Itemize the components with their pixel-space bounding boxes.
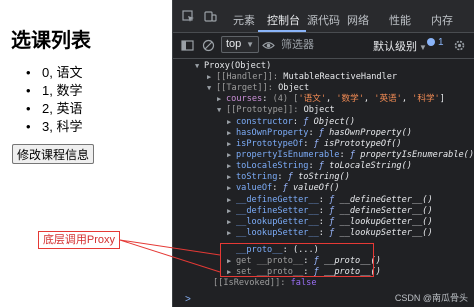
member-key: toLocaleString <box>236 161 309 171</box>
console-toolbar: top ▼ 默认级别▼ 1 <box>173 32 474 59</box>
member-value: __defineGetter__() <box>339 195 433 205</box>
expand-triangle-icon: ▼ <box>207 84 212 92</box>
course-list: 0, 语文 1, 数学 2, 英语 3, 科学 <box>26 64 82 136</box>
expand-triangle-icon: ▼ <box>195 62 200 70</box>
console-prompt-icon[interactable]: > <box>185 294 191 305</box>
target-value: Object <box>278 83 310 93</box>
member-value: Object() <box>313 117 356 127</box>
revoked-row: [[IsRevoked]]: false <box>213 278 317 288</box>
courses-key: courses <box>226 94 263 104</box>
tab-memory[interactable]: 内存 <box>431 12 453 28</box>
tab-elements[interactable]: 元素 <box>233 12 255 28</box>
member-key: constructor <box>236 117 293 127</box>
member-value: toString() <box>298 172 350 182</box>
member-value: toLocaleString() <box>329 161 412 171</box>
course-item: '科学' <box>412 94 440 104</box>
member-key: __lookupGetter__ <box>236 217 319 227</box>
member-key: valueOf <box>236 183 273 193</box>
page-title: 选课列表 <box>11 30 91 52</box>
member-key: __lookupSetter__ <box>236 228 319 238</box>
member-key: isPrototypeOf <box>236 139 304 149</box>
modify-course-button[interactable]: 修改课程信息 <box>12 144 95 164</box>
chevron-down-icon: ▼ <box>419 43 427 52</box>
sidebar-toggle-icon[interactable] <box>181 39 194 52</box>
expand-triangle-icon: ▼ <box>217 106 222 114</box>
settings-gear-icon[interactable] <box>453 39 466 52</box>
revoked-key: [[IsRevoked]] <box>213 278 281 288</box>
member-value: valueOf() <box>292 183 340 193</box>
revoked-value: false <box>290 278 317 288</box>
prototype-key: [[Prototype]] <box>226 105 294 115</box>
prototype-value: Object <box>303 105 335 115</box>
annotation-label: 底层调用Proxy <box>38 231 120 249</box>
member-key: __defineGetter__ <box>236 195 319 205</box>
filter-input[interactable] <box>279 37 371 53</box>
tab-network[interactable]: 网络 <box>347 12 369 28</box>
issues-badge[interactable]: 1 <box>427 37 444 48</box>
issue-icon <box>427 38 435 46</box>
watermark: CSDN @南瓜骨头 <box>394 293 468 303</box>
log-level-label: 默认级别 <box>373 41 417 53</box>
page-content: 选课列表 0, 语文 1, 数学 2, 英语 3, 科学 修改课程信息 <box>0 0 172 307</box>
proto-highlight-box <box>220 243 374 277</box>
devtools-tabbar: 元素 控制台 源代码 网络 性能 内存 <box>173 0 474 33</box>
chevron-down-icon: ▼ <box>246 40 254 49</box>
course-item: '语文' <box>298 94 326 104</box>
target-key: [[Target]] <box>216 83 268 93</box>
proto-member-row[interactable]: ▶ __lookupSetter__: ƒ __lookupSetter__() <box>227 227 433 240</box>
list-item: 0, 语文 <box>26 64 82 82</box>
context-select[interactable]: top ▼ <box>221 36 259 53</box>
handler-value: MutableReactiveHandler <box>283 72 398 82</box>
member-value: __lookupGetter__() <box>339 217 433 227</box>
member-key: __defineSetter__ <box>236 206 319 216</box>
log-level-select[interactable]: 默认级别 ▼ <box>373 38 427 54</box>
member-value: propertyIsEnumerable() <box>360 150 474 160</box>
list-item: 1, 数学 <box>26 82 82 100</box>
member-key: toString <box>236 172 278 182</box>
handler-key: [[Handler]] <box>216 72 273 82</box>
member-key: hasOwnProperty <box>236 128 309 138</box>
context-value: top <box>226 38 242 50</box>
list-item: 2, 英语 <box>26 100 82 118</box>
list-item: 3, 科学 <box>26 118 82 136</box>
tab-performance[interactable]: 性能 <box>389 12 411 28</box>
member-key: propertyIsEnumerable <box>236 150 340 160</box>
inspect-element-icon[interactable] <box>182 10 195 23</box>
member-value: __defineSetter__() <box>339 206 433 216</box>
tab-sources[interactable]: 源代码 <box>307 12 340 28</box>
tab-console[interactable]: 控制台 <box>267 12 300 28</box>
member-value: isPrototypeOf() <box>323 139 402 149</box>
member-value: hasOwnProperty() <box>329 128 412 138</box>
courses-prefix: (4) [ <box>272 94 299 104</box>
device-toggle-icon[interactable] <box>204 10 217 23</box>
proxy-header: Proxy(Object) <box>204 61 272 71</box>
live-expression-icon[interactable] <box>262 39 275 52</box>
issues-count: 1 <box>438 37 444 48</box>
course-item: '英语' <box>374 94 402 104</box>
clear-console-icon[interactable] <box>202 39 215 52</box>
course-item: '数学' <box>336 94 364 104</box>
collapse-triangle-icon: ▶ <box>227 229 232 237</box>
member-value: __lookupSetter__() <box>339 228 433 238</box>
